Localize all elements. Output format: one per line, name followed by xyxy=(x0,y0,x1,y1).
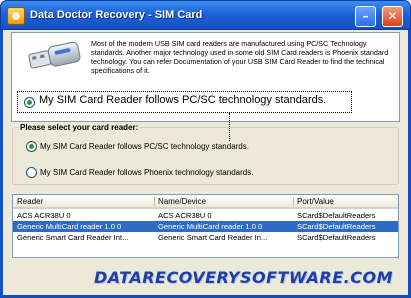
device-cell: ACS ACR38U 0 xyxy=(158,211,212,220)
port-cell: SCard$DefaultReaders xyxy=(297,233,376,242)
highlighted-option-radio[interactable] xyxy=(24,97,35,108)
table-row[interactable]: ACS ACR38U 0 ACS ACR38U 0 SCard$DefaultR… xyxy=(13,210,398,221)
usb-drive-icon xyxy=(28,41,81,69)
app-icon xyxy=(7,7,25,25)
table-header: Reader Name/Device Port/Value xyxy=(13,195,398,209)
column-header-reader[interactable]: Reader xyxy=(17,197,43,206)
reader-table[interactable]: Reader Name/Device Port/Value ACS ACR38U… xyxy=(12,194,399,258)
reader-cell: Generic Smart Card Reader Int... xyxy=(17,233,129,242)
table-row-selected[interactable]: Generic MultiCard reader 1.0 0 Generic M… xyxy=(13,221,398,232)
website-label[interactable]: DATARECOVERYSOFTWARE.COM xyxy=(94,268,393,287)
reader-group-title: Please select your card reader: xyxy=(18,123,141,132)
window-title: Data Doctor Recovery - SIM Card xyxy=(30,9,203,21)
reader-cell: Generic MultiCard reader 1.0 0 xyxy=(17,222,122,231)
device-cell: Generic Smart Card Reader In... xyxy=(158,233,268,242)
pcsc-option-label[interactable]: My SIM Card Reader follows PC/SC technol… xyxy=(40,142,249,151)
info-text: Most of the modern USB SIM card readers … xyxy=(91,39,389,75)
device-cell: Generic MultiCard reader 1.0 0 xyxy=(158,222,263,231)
column-header-device[interactable]: Name/Device xyxy=(158,197,206,206)
port-cell: SCard$DefaultReaders xyxy=(297,211,376,220)
title-bar[interactable]: Data Doctor Recovery - SIM Card – ✕ xyxy=(0,0,411,30)
close-button[interactable]: ✕ xyxy=(382,6,403,27)
app-window: Data Doctor Recovery - SIM Card – ✕ Most… xyxy=(0,0,411,298)
footer: DATARECOVERYSOFTWARE.COM xyxy=(0,262,405,295)
reader-cell: ACS ACR38U 0 xyxy=(17,211,71,220)
highlighted-option-label: My SIM Card Reader follows PC/SC technol… xyxy=(39,94,327,106)
table-row[interactable]: Generic Smart Card Reader Int... Generic… xyxy=(13,232,398,243)
minimize-button[interactable]: – xyxy=(355,6,376,27)
highlighted-option[interactable]: My SIM Card Reader follows PC/SC technol… xyxy=(17,91,352,113)
column-divider[interactable] xyxy=(154,197,155,207)
phoenix-option-label[interactable]: My SIM Card Reader follows Phoenix techn… xyxy=(40,168,253,177)
phoenix-radio[interactable] xyxy=(26,167,37,178)
port-cell: SCard$DefaultReaders xyxy=(297,222,376,231)
column-divider[interactable] xyxy=(293,197,294,207)
pcsc-radio[interactable] xyxy=(26,141,37,152)
column-header-port[interactable]: Port/Value xyxy=(297,197,334,206)
